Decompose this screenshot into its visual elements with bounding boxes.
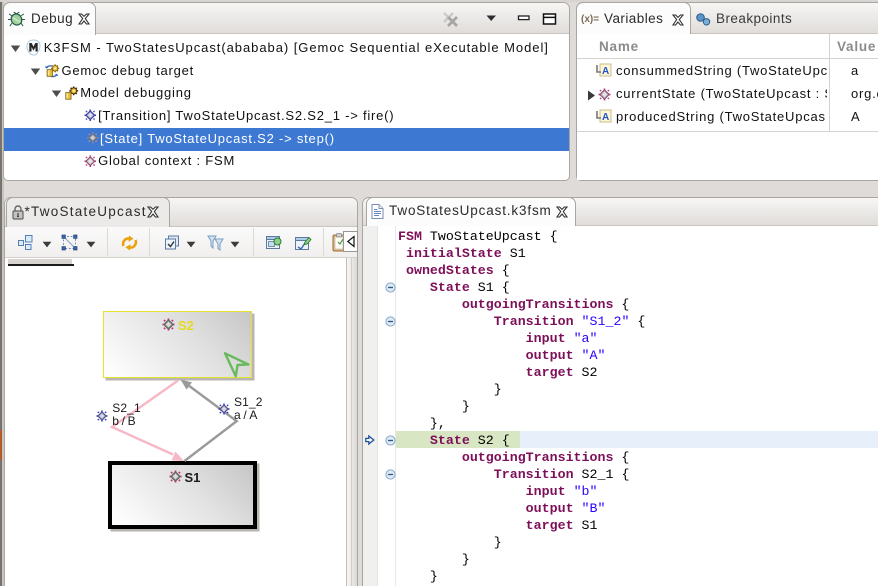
svg-text:A: A <box>602 66 609 77</box>
svg-text:A: A <box>602 112 609 123</box>
